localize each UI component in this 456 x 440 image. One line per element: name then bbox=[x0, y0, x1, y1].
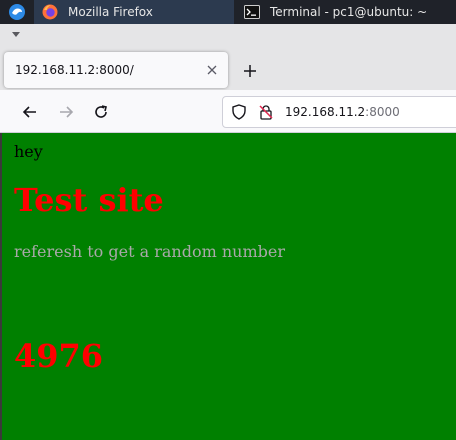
browser-tab[interactable]: 192.168.11.2:8000/ bbox=[4, 52, 228, 88]
tab-close-icon[interactable] bbox=[204, 62, 220, 78]
new-tab-icon[interactable] bbox=[240, 61, 260, 81]
taskbar: Mozilla Firefox Terminal - pc1@ubuntu: ~ bbox=[0, 0, 456, 24]
start-menu-button[interactable] bbox=[0, 0, 34, 24]
back-arrow-icon[interactable] bbox=[20, 102, 40, 122]
page-viewport: hey Test site referesh to get a random n… bbox=[0, 133, 456, 440]
insecure-lock-icon[interactable] bbox=[258, 104, 274, 120]
bird-icon bbox=[9, 4, 25, 20]
window-menu-arrow-icon[interactable] bbox=[12, 32, 20, 37]
url-text[interactable]: 192.168.11.2:8000 bbox=[285, 105, 400, 120]
random-number: 4976 bbox=[14, 337, 104, 375]
terminal-icon bbox=[244, 5, 260, 19]
greeting-text: hey bbox=[14, 142, 43, 161]
forward-arrow-icon[interactable] bbox=[56, 102, 76, 122]
url-bar[interactable]: 192.168.11.2:8000 bbox=[222, 96, 456, 128]
taskbar-item-label: Mozilla Firefox bbox=[68, 5, 153, 19]
shield-icon[interactable] bbox=[231, 104, 247, 120]
taskbar-item-label: Terminal - pc1@ubuntu: ~ bbox=[270, 5, 428, 19]
page-subtitle: referesh to get a random number bbox=[14, 242, 285, 261]
tab-title: 192.168.11.2:8000/ bbox=[15, 63, 134, 77]
taskbar-item-firefox[interactable]: Mozilla Firefox bbox=[34, 0, 234, 24]
taskbar-item-terminal[interactable]: Terminal - pc1@ubuntu: ~ bbox=[236, 0, 456, 24]
url-port: :8000 bbox=[365, 105, 400, 119]
page-title: Test site bbox=[14, 181, 164, 219]
reload-icon[interactable] bbox=[91, 102, 111, 122]
url-host: 192.168.11.2 bbox=[285, 105, 366, 119]
firefox-icon bbox=[42, 4, 58, 20]
window-titlebar bbox=[0, 24, 456, 46]
